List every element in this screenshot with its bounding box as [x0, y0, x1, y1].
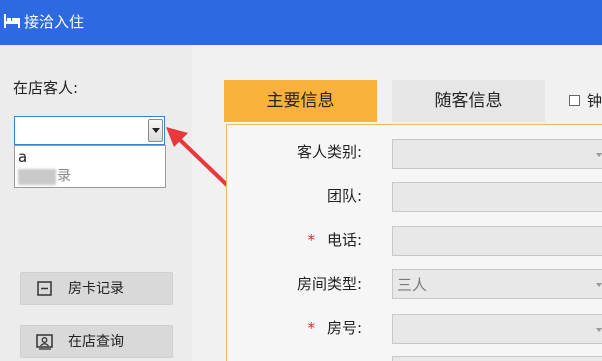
team-field[interactable]: [392, 182, 602, 212]
guest-query-button[interactable]: 在店查询: [20, 325, 173, 358]
dropdown-option[interactable]: 录: [18, 167, 158, 185]
required-marker: *: [307, 231, 315, 249]
bed-icon: [4, 14, 20, 28]
guest-dropdown-list: a 录: [14, 145, 166, 188]
chevron-down-icon: [596, 153, 602, 157]
guest-card-icon: [36, 334, 53, 350]
chevron-down-icon: [596, 328, 602, 332]
next-field[interactable]: [392, 356, 602, 361]
title-bar: 接洽入住: [0, 0, 602, 45]
tab-companion-info[interactable]: 随客信息: [392, 80, 545, 122]
phone-label-text: 电话:: [326, 231, 362, 249]
chevron-down-icon: [596, 283, 602, 287]
room-type-select[interactable]: 三人: [392, 269, 602, 299]
room-type-value: 三人: [397, 276, 428, 294]
chevron-down-icon: [152, 128, 160, 133]
checkbox-label: 钟: [587, 92, 602, 110]
guest-combo-dropdown-button[interactable]: [148, 119, 163, 142]
redacted-text: [18, 168, 56, 185]
phone-label: * 电话:: [307, 230, 362, 250]
dropdown-option[interactable]: a: [18, 148, 158, 166]
required-marker: *: [307, 319, 315, 337]
room-card-records-label: 房卡记录: [68, 281, 124, 297]
checkbox[interactable]: [569, 95, 580, 106]
phone-field[interactable]: [392, 226, 602, 256]
team-label: 团队:: [326, 187, 362, 205]
guest-category-select[interactable]: [392, 139, 602, 169]
room-number-select[interactable]: [392, 314, 602, 344]
room-type-label: 房间类型:: [296, 275, 362, 293]
guest-query-label: 在店查询: [68, 334, 124, 350]
room-card-records-button[interactable]: 房卡记录: [20, 272, 173, 305]
tab-main-info[interactable]: 主要信息: [224, 80, 377, 122]
minus-box-icon: [37, 281, 52, 296]
room-number-label-text: 房号:: [326, 319, 362, 337]
dropdown-option-text: 录: [57, 168, 71, 185]
guest-category-label: 客人类别:: [296, 143, 362, 161]
guests-label: 在店客人:: [13, 79, 79, 97]
room-number-label: * 房号:: [307, 318, 362, 338]
window-title: 接洽入住: [24, 13, 85, 31]
guest-combo[interactable]: [14, 116, 165, 145]
